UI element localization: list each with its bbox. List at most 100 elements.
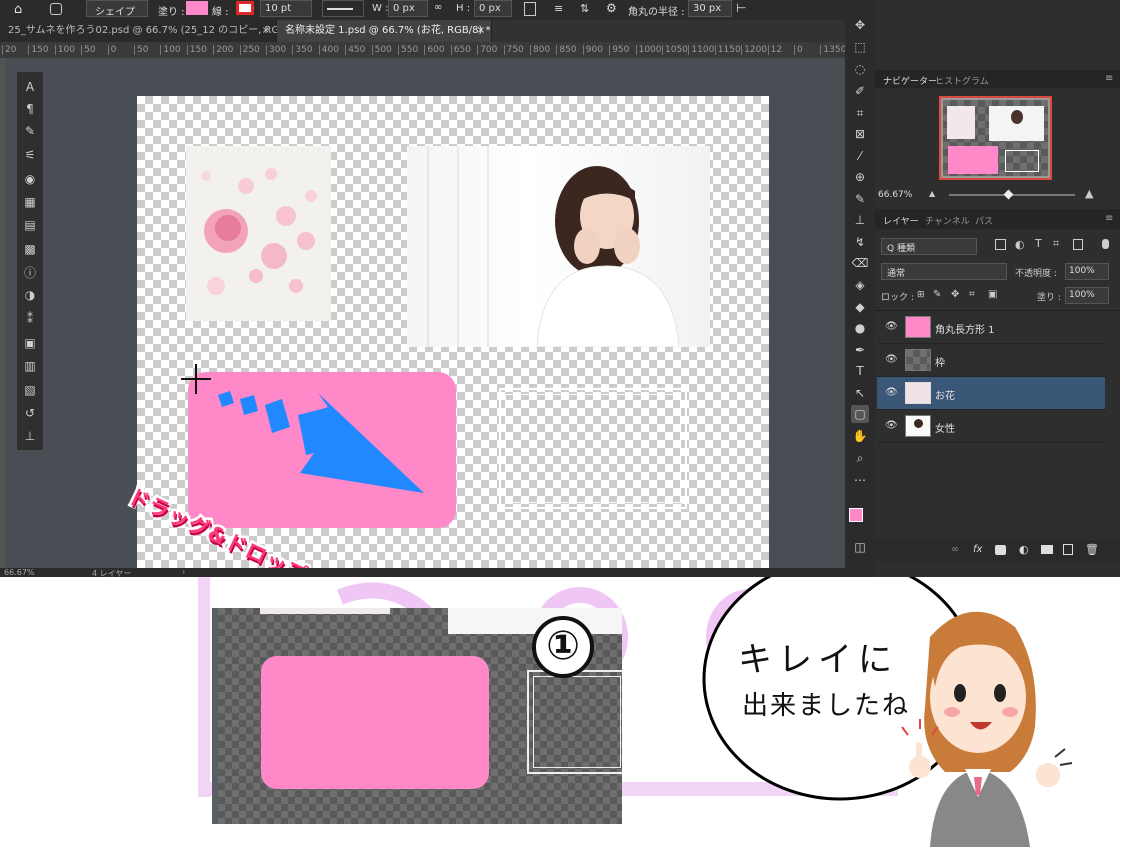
eyedropper-icon[interactable]: ⁄ <box>851 147 869 165</box>
filter-adjust-icon[interactable]: ◐ <box>1015 238 1025 251</box>
eraser-icon[interactable]: ⌫ <box>851 254 869 272</box>
w-input[interactable]: 0 px <box>388 0 428 17</box>
layer-row[interactable]: 👁 女性 <box>877 410 1105 443</box>
path-arrange-icon[interactable]: ⇅ <box>580 2 589 15</box>
pen-icon[interactable]: ✒ <box>851 341 869 359</box>
panel-menu-icon[interactable]: ≡ <box>1105 213 1113 224</box>
type-icon[interactable]: T <box>851 362 869 380</box>
history-icon[interactable]: ↺ <box>21 404 39 422</box>
more-tools-icon[interactable]: ⋯ <box>851 471 869 489</box>
gradient-icon[interactable]: ▤ <box>21 216 39 234</box>
layer-row[interactable]: 👁 角丸長方形 1 <box>877 311 1105 344</box>
delete-layer-icon[interactable]: 🗑 <box>1085 543 1099 556</box>
history-brush-icon[interactable]: ↯ <box>851 233 869 251</box>
quick-select-icon[interactable]: ✐ <box>851 82 869 100</box>
crop-icon[interactable]: ⌗ <box>851 104 869 122</box>
path-align-icon[interactable]: ≡ <box>554 2 563 15</box>
stroke-swatch[interactable] <box>236 1 254 15</box>
tab-document-2[interactable]: 名称未設定 1.psd @ 66.7% (お花, RGB/8) * × <box>277 20 492 42</box>
status-arrow-icon[interactable]: › <box>182 567 185 576</box>
lock-paint-icon[interactable]: ✎ <box>933 289 941 300</box>
zoom-icon[interactable]: ⌕ <box>851 449 869 467</box>
shape-tool-icon[interactable] <box>50 3 62 15</box>
opacity-input[interactable]: 100% <box>1065 263 1109 280</box>
fill-input[interactable]: 100% <box>1065 287 1109 304</box>
stamp-icon[interactable]: ⊥ <box>851 211 869 229</box>
layer-row-selected[interactable]: 👁 お花 <box>877 377 1105 410</box>
h-input[interactable]: 0 px <box>474 0 512 17</box>
brush-presets-icon[interactable]: ⁑ <box>21 310 39 328</box>
link-icon[interactable]: ∞ <box>434 2 442 13</box>
tab-paths[interactable]: パス <box>975 214 993 227</box>
tab-histogram[interactable]: ヒストグラム <box>935 74 989 87</box>
lock-all-icon[interactable]: ▣ <box>988 289 997 300</box>
visibility-eye-icon[interactable]: 👁 <box>885 354 898 366</box>
document-canvas[interactable] <box>137 96 769 572</box>
brush-icon[interactable]: ✎ <box>21 122 39 140</box>
tab-navigator[interactable]: ナビゲーター <box>883 74 937 87</box>
filter-smart-icon[interactable] <box>1073 239 1083 250</box>
move-icon[interactable]: ✥ <box>851 16 869 34</box>
healing-icon[interactable]: ⊕ <box>851 168 869 186</box>
stroke-width-input[interactable]: 10 pt <box>260 0 312 17</box>
layer-row[interactable]: 👁 枠 <box>877 344 1105 377</box>
panel-menu-icon[interactable]: ≡ <box>1105 73 1113 84</box>
marquee-icon[interactable]: ⬚ <box>851 38 869 56</box>
hand-icon[interactable]: ✋ <box>851 427 869 445</box>
styles-icon[interactable]: ◑ <box>21 286 39 304</box>
grid-icon[interactable]: ▦ <box>21 193 39 211</box>
navigator-preview[interactable] <box>939 96 1052 180</box>
settings-icon[interactable]: ⚙ <box>606 1 617 15</box>
adjust-icon[interactable]: ⚟ <box>21 146 39 164</box>
filter-toggle-icon[interactable] <box>1102 239 1109 249</box>
layer-mask-icon[interactable] <box>995 545 1006 555</box>
visibility-eye-icon[interactable]: 👁 <box>885 387 898 399</box>
lock-artboard-icon[interactable]: ⌗ <box>969 289 975 300</box>
zoom-out-icon[interactable]: ▲ <box>929 189 935 198</box>
mode-select[interactable]: シェイプ <box>86 0 148 18</box>
notes-icon[interactable]: ▣ <box>21 334 39 352</box>
lasso-icon[interactable]: ◌ <box>851 60 869 78</box>
blend-mode-select[interactable]: 通常 <box>881 263 1007 280</box>
palette-icon[interactable]: ◉ <box>21 170 39 188</box>
stroke-type-select[interactable] <box>322 0 364 17</box>
new-group-icon[interactable] <box>1041 545 1053 554</box>
visibility-eye-icon[interactable]: 👁 <box>885 321 898 333</box>
align-edges-icon[interactable]: ⊢ <box>736 1 746 15</box>
properties-icon[interactable]: ▧ <box>21 381 39 399</box>
visibility-eye-icon[interactable]: 👁 <box>885 420 898 432</box>
filter-type-icon[interactable]: T <box>1035 237 1042 250</box>
link-layers-icon[interactable]: ∞ <box>951 544 959 555</box>
dodge-icon[interactable]: ● <box>851 319 869 337</box>
layer-comps-icon[interactable]: ▥ <box>21 357 39 375</box>
close-icon[interactable]: × <box>477 20 485 42</box>
info-icon[interactable]: ⓘ <box>21 264 39 282</box>
radius-input[interactable]: 30 px <box>688 0 732 17</box>
fill-swatch[interactable] <box>186 1 208 15</box>
layer-filter-select[interactable]: Q 種類 <box>881 238 977 255</box>
tab-channels[interactable]: チャンネル <box>925 214 970 227</box>
filter-shape-icon[interactable]: ⌗ <box>1053 237 1059 251</box>
quick-mask-icon[interactable]: ◫ <box>851 538 869 556</box>
path-select-icon[interactable]: ↖ <box>851 384 869 402</box>
blur-icon[interactable]: ◆ <box>851 298 869 316</box>
filter-pixel-icon[interactable] <box>995 239 1006 250</box>
swatches-icon[interactable]: ▩ <box>21 240 39 258</box>
type-vertical-icon[interactable]: A <box>21 78 39 96</box>
foreground-color-swatch[interactable] <box>849 508 863 522</box>
decorative-frame[interactable] <box>499 388 687 509</box>
home-icon[interactable]: ⌂ <box>14 2 22 17</box>
tab-layers[interactable]: レイヤー <box>883 214 919 227</box>
paragraph-icon[interactable]: ¶ <box>21 100 39 118</box>
lock-pixels-icon[interactable]: ⊞ <box>917 290 925 300</box>
tab-document-1[interactable]: 25_サムネを作ろう02.psd @ 66.7% (25_12 のコピー, RG… <box>0 20 308 42</box>
zoom-slider[interactable] <box>949 189 1075 200</box>
path-ops-icon[interactable] <box>524 2 536 16</box>
close-icon[interactable]: × <box>262 20 270 42</box>
zoom-percent[interactable]: 66.67% <box>878 190 912 200</box>
zoom-in-icon[interactable]: ▲ <box>1085 187 1093 200</box>
adjustment-layer-icon[interactable]: ◐ <box>1019 543 1029 556</box>
paint-bucket-icon[interactable]: ◈ <box>851 276 869 294</box>
rectangle-tool-icon[interactable]: ▢ <box>851 405 869 423</box>
clone-source-icon[interactable]: ⊥ <box>21 427 39 445</box>
